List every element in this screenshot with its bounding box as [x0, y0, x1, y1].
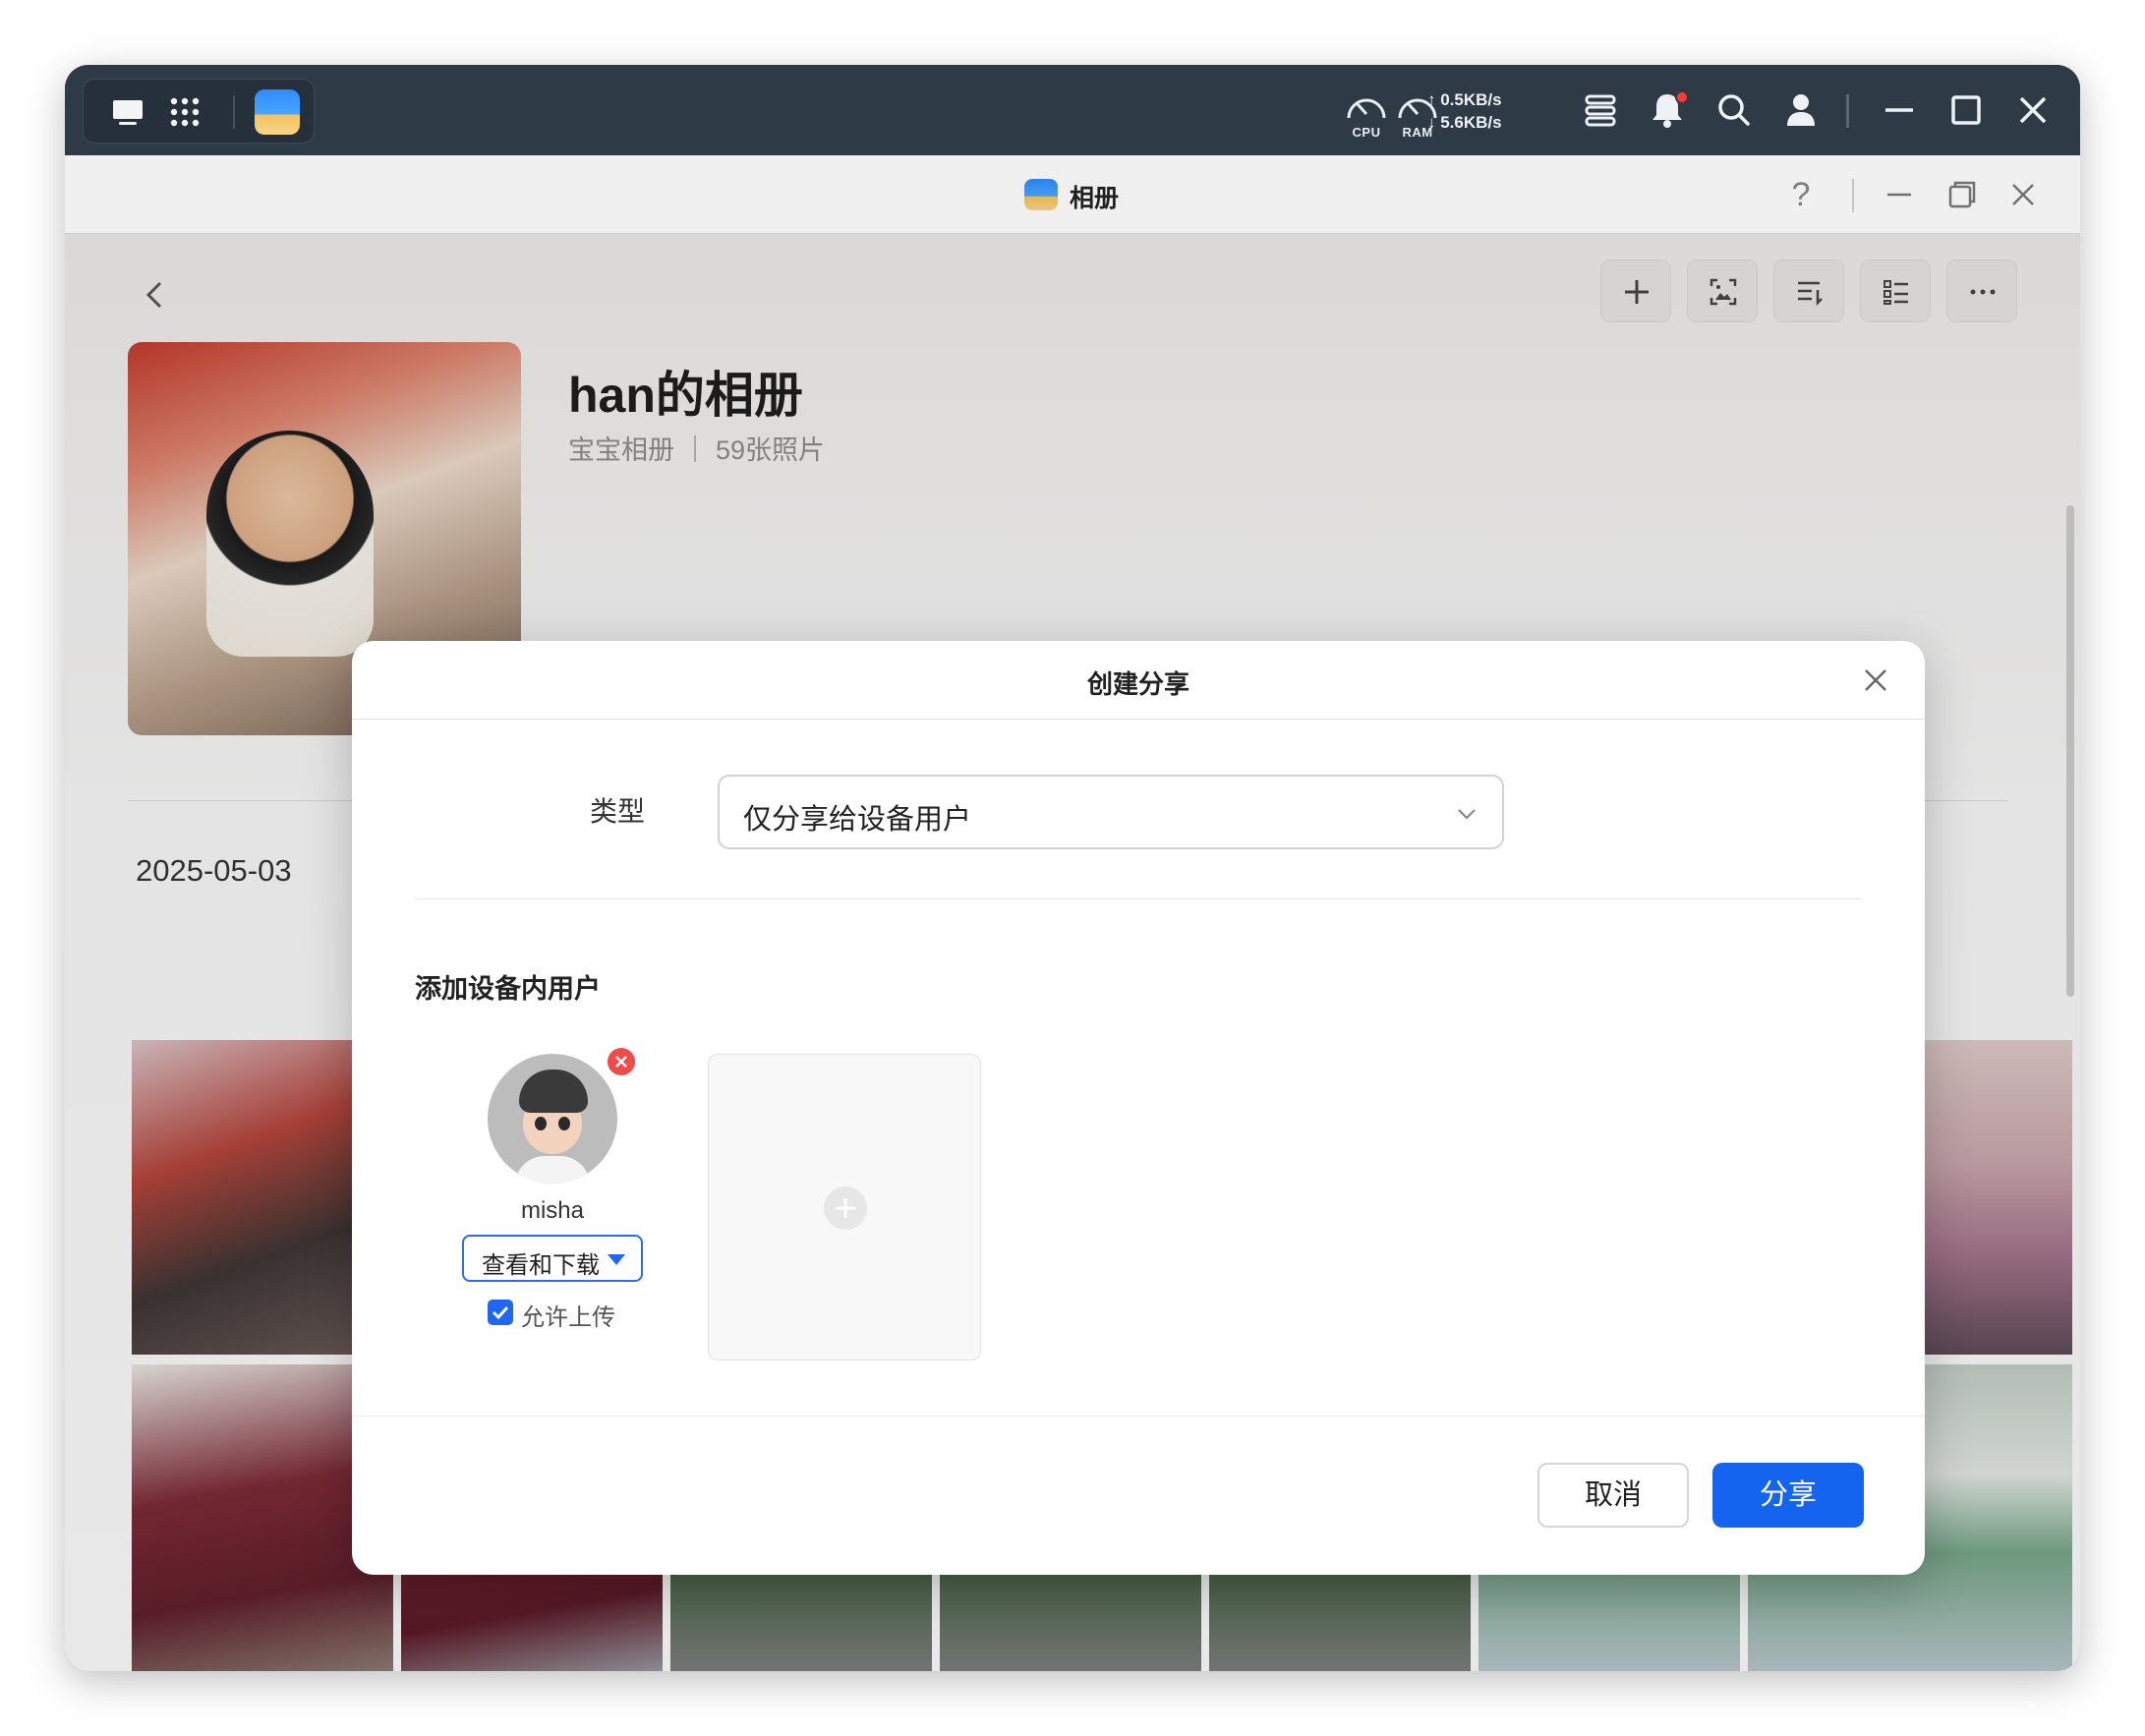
dialog-title: 创建分享: [1086, 669, 1189, 699]
network-speed[interactable]: ↑ 0.5KB/s ↓ 5.6KB/s: [1427, 88, 1502, 134]
user-avatar: [488, 1054, 617, 1184]
dialog-close-icon[interactable]: [1856, 661, 1895, 700]
app-grid-icon[interactable]: [166, 93, 203, 131]
create-share-dialog: 创建分享 类型 仅分享给设备用户 添加设备内用户 misha 查看和下载 允许上…: [352, 641, 1925, 1575]
caret-down-icon: [608, 1254, 625, 1265]
desktop-icon[interactable]: [109, 93, 146, 131]
upload-speed: ↑ 0.5KB/s: [1427, 90, 1502, 109]
dialog-footer-divider: [352, 1416, 1925, 1417]
avatar-body: [515, 1156, 590, 1184]
permission-select[interactable]: 查看和下载: [462, 1235, 643, 1282]
desktop-window: CPU RAM ↑ 0.5KB/s ↓ 5.6KB/s 相册 ? han的相册 …: [65, 65, 2080, 1671]
cpu-gauge[interactable]: CPU: [1343, 87, 1390, 142]
dialog-header: 创建分享: [352, 641, 1925, 720]
add-user-card[interactable]: [708, 1054, 981, 1360]
remove-user-icon[interactable]: [608, 1048, 635, 1075]
photos-app-window: 相册 ? han的相册 宝宝相册 ｜ 59张照片 2025-05-03 创建分享…: [65, 155, 2080, 1671]
share-type-label: 类型: [590, 796, 646, 827]
app-launcher: [83, 79, 315, 144]
cancel-button[interactable]: 取消: [1537, 1463, 1689, 1528]
user-name: misha: [520, 1197, 585, 1224]
avatar-hair: [519, 1070, 588, 1113]
system-taskbar: CPU RAM ↑ 0.5KB/s ↓ 5.6KB/s: [65, 65, 2080, 155]
share-type-select[interactable]: 仅分享给设备用户: [718, 775, 1504, 849]
chevron-down-icon: [1451, 798, 1482, 830]
desktop-close-icon[interactable]: [2011, 88, 2055, 132]
download-speed: ↓ 5.6KB/s: [1427, 113, 1502, 132]
add-user-plus-icon: [824, 1186, 867, 1230]
allow-upload-checkbox[interactable]: [488, 1300, 513, 1325]
notification-badge: [1675, 90, 1689, 104]
storage-icon[interactable]: [1579, 88, 1622, 132]
share-type-value: 仅分享给设备用户: [743, 804, 972, 836]
avatar-eye: [535, 1117, 547, 1130]
avatar-eye: [558, 1117, 570, 1130]
launcher-divider: [233, 95, 235, 129]
dialog-divider: [415, 898, 1862, 899]
desktop-maximize-icon[interactable]: [1944, 88, 1988, 132]
desktop-minimize-icon[interactable]: [1878, 88, 1921, 132]
user-account-icon[interactable]: [1779, 88, 1823, 132]
taskbar-divider: [1846, 94, 1849, 128]
add-users-section-title: 添加设备内用户: [415, 974, 601, 1004]
share-button[interactable]: 分享: [1712, 1463, 1864, 1528]
allow-upload-label[interactable]: 允许上传: [521, 1298, 615, 1332]
search-icon[interactable]: [1712, 88, 1756, 132]
photos-app-icon[interactable]: [255, 89, 300, 135]
permission-value: 查看和下载: [482, 1252, 600, 1279]
cpu-label: CPU: [1352, 125, 1381, 140]
